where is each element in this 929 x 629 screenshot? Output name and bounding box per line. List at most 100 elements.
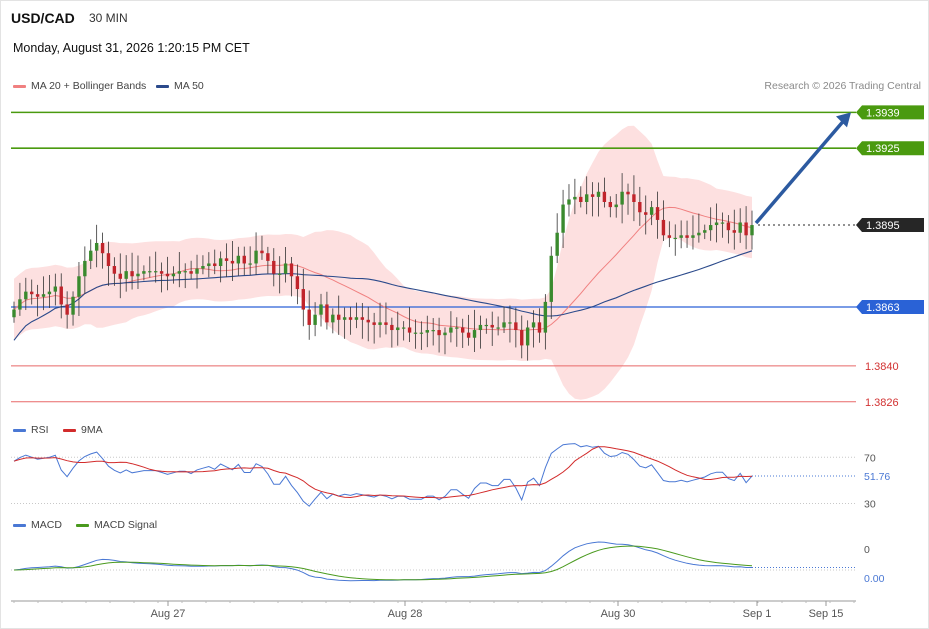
candle-body [720, 222, 725, 224]
candle-body [272, 260, 276, 274]
forecast-arrow [754, 112, 851, 225]
candle-body [490, 324, 494, 328]
candle-body [443, 332, 447, 336]
level-label-1.3895: 1.3895 [866, 220, 900, 232]
candle-body [189, 271, 193, 274]
candle-body [590, 194, 595, 197]
rsi-panel: 70 30 51.76 [11, 443, 890, 510]
candle-body [307, 309, 311, 325]
candle-body [159, 271, 164, 274]
candle-body [549, 255, 553, 302]
candle-body [71, 296, 75, 315]
candle-body [354, 317, 359, 320]
candle-body [466, 332, 471, 338]
candle-body [514, 322, 518, 331]
candle-body [248, 263, 252, 265]
candle-body [378, 322, 382, 325]
candle-body [508, 322, 512, 324]
candle-body [732, 230, 736, 233]
candle-body [360, 317, 365, 320]
candle-body [213, 263, 217, 267]
candle-body [295, 276, 300, 290]
candle-body [35, 294, 40, 297]
candle-body [47, 291, 52, 295]
candle-body [183, 271, 187, 273]
candle-body [195, 268, 199, 274]
candle-body [697, 232, 701, 236]
candle-body [425, 330, 429, 333]
level-labels: 1.3939 1.3925 1.3895 1.3863 1.3840 1.3826 [856, 105, 924, 409]
price-chart[interactable]: 1.3939 1.3925 1.3895 1.3863 1.3840 1.3826 70 3… [0, 0, 929, 629]
candle-body [260, 250, 264, 254]
candle-body [673, 237, 677, 240]
candle-body [396, 327, 400, 331]
macd-line [13, 541, 752, 582]
candle-body [496, 327, 500, 329]
candle-body [437, 330, 441, 336]
candle-body [325, 304, 329, 323]
candle-body [626, 191, 630, 195]
candle-body [342, 317, 347, 320]
candle-body [750, 225, 754, 236]
candle-body [614, 204, 618, 208]
candle-body [561, 204, 565, 233]
candle-body [171, 273, 176, 277]
candle-body [537, 322, 542, 333]
candle-body [148, 271, 152, 273]
candle-body [30, 291, 34, 295]
x-tick-label: Sep 1 [743, 608, 772, 620]
candle-body [667, 235, 672, 238]
candle-body [319, 304, 323, 315]
candle-body [390, 324, 394, 331]
candle-body [579, 196, 583, 202]
candle-body [520, 330, 524, 346]
candle-body [632, 194, 636, 202]
candle-body [525, 327, 530, 346]
candle-body [53, 286, 58, 292]
rsi-line [13, 443, 753, 507]
candle-body [41, 294, 46, 297]
candle-body [18, 299, 22, 310]
candle-body [100, 242, 105, 254]
level-label-1.3826: 1.3826 [865, 397, 899, 409]
macd-panel: 00.00 [11, 541, 885, 585]
rsi-ref-label: 30 [864, 498, 876, 510]
level-label-1.3863: 1.3863 [866, 302, 900, 314]
candle-body [461, 327, 465, 333]
candle-body [661, 219, 666, 236]
candle-body [419, 332, 424, 334]
candle-body [685, 235, 689, 238]
candle-body [638, 202, 642, 213]
candle-body [555, 232, 559, 256]
forecast-arrow-shaft [754, 119, 846, 225]
candle-body [124, 271, 128, 279]
candle-body [106, 253, 111, 267]
candle-body [254, 250, 258, 264]
candle-body [177, 271, 182, 274]
candle-body [413, 332, 418, 334]
candle-body [83, 260, 87, 277]
candle-body [431, 330, 435, 332]
candle-body [224, 258, 229, 261]
candle-body [384, 322, 388, 325]
rsi-ma-line [13, 446, 753, 499]
candle-body [118, 273, 122, 279]
x-tick-label: Sep 15 [809, 608, 844, 620]
candle-body [289, 263, 294, 277]
candle-body [236, 255, 241, 264]
candle-body [24, 291, 28, 300]
candle-body [242, 255, 246, 264]
candle-body [136, 273, 140, 277]
level-label-1.3925: 1.3925 [866, 143, 900, 155]
candle-body [331, 314, 335, 323]
candle-body [584, 194, 589, 202]
candle-body [449, 327, 453, 333]
x-tick-label: Aug 27 [151, 608, 186, 620]
macd-signal-line [13, 545, 753, 581]
candle-body [218, 258, 223, 267]
candle-body [708, 225, 713, 231]
rsi-ref-label: 70 [864, 452, 876, 464]
candle-body [89, 250, 93, 261]
candle-body [201, 266, 205, 269]
candle-body [691, 235, 695, 238]
